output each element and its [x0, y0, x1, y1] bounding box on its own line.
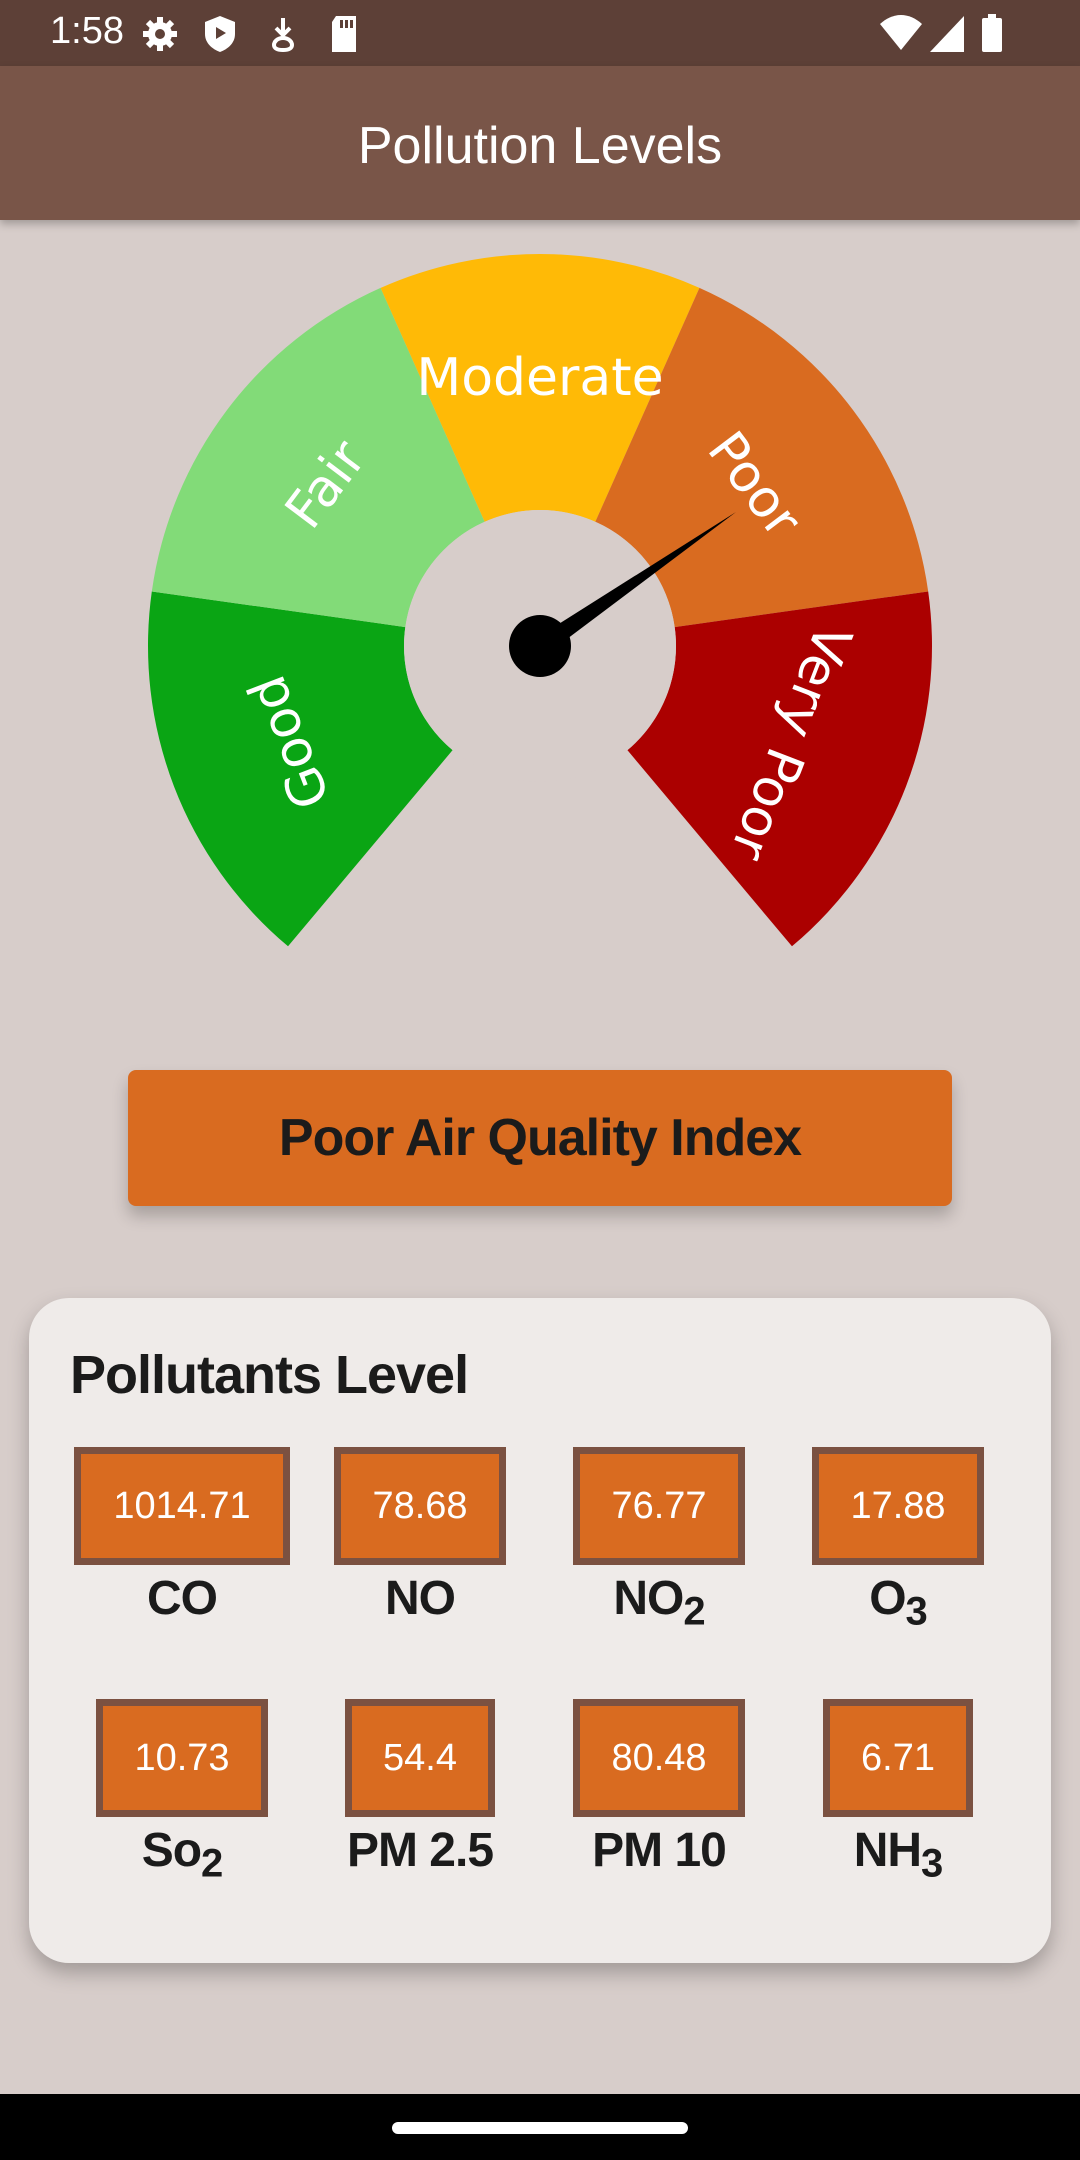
- pollutant-value-box: 17.88: [812, 1447, 984, 1565]
- pollutant-nh3: 6.71 NH3: [778, 1699, 1018, 1887]
- download-icon: [271, 18, 295, 53]
- pollutant-value-box: 76.77: [573, 1447, 745, 1565]
- pollutant-name: O3: [869, 1572, 928, 1634]
- pollutant-value-box: 10.73: [96, 1699, 268, 1817]
- page-title: Pollution Levels: [357, 117, 723, 175]
- home-gesture-handle[interactable]: [392, 2122, 688, 2134]
- pollutant-pm10: 80.48 PM 10: [539, 1699, 779, 1887]
- pollutant-o3: 17.88 O3: [778, 1447, 1018, 1635]
- pollutant-value-box: 54.4: [345, 1699, 495, 1817]
- wifi-icon: [880, 15, 922, 50]
- pollutant-value-box: 6.71: [823, 1699, 973, 1817]
- sd-card-icon: [332, 16, 356, 52]
- air-quality-index-button[interactable]: Poor Air Quality Index: [128, 1070, 952, 1206]
- pollutant-co: 1014.71 CO: [62, 1447, 302, 1635]
- pollutant-pm25: 54.4 PM 2.5: [300, 1699, 540, 1887]
- status-bar: 1:58: [0, 0, 1080, 66]
- pollutant-value-box: 1014.71: [74, 1447, 290, 1565]
- shield-icon: [205, 16, 235, 52]
- pollutant-name: PM 2.5: [346, 1824, 494, 1877]
- aqi-gauge: GoodFairModeratePoorVery Poor: [147, 254, 932, 947]
- pollutant-no: 78.68 NO: [300, 1447, 540, 1635]
- app-bar: Pollution Levels: [0, 66, 1080, 220]
- signal-icon: [930, 16, 964, 52]
- gauge-label-moderate: Moderate: [416, 348, 663, 408]
- pollutant-name: So2: [141, 1824, 224, 1886]
- gear-icon: [143, 17, 177, 51]
- pollutants-title: Pollutants Level: [70, 1345, 469, 1405]
- pollutants-card: Pollutants Level 1014.71 CO 78.68 NO 76.…: [29, 1298, 1051, 1963]
- pollutant-no2: 76.77 NO2: [539, 1447, 779, 1635]
- pollutant-name: PM 10: [592, 1824, 727, 1877]
- pollutant-name: NH3: [853, 1824, 944, 1886]
- status-time: 1:58: [50, 10, 124, 52]
- navigation-bar: [0, 2094, 1080, 2160]
- pollutant-name: NO2: [613, 1572, 705, 1634]
- pollutant-name: NO: [385, 1572, 456, 1625]
- pollutant-value-box: 80.48: [573, 1699, 745, 1817]
- pollutant-value-box: 78.68: [334, 1447, 506, 1565]
- pollutant-so2: 10.73 So2: [62, 1699, 302, 1887]
- pollutant-name: CO: [147, 1572, 218, 1625]
- battery-icon: [982, 14, 1002, 52]
